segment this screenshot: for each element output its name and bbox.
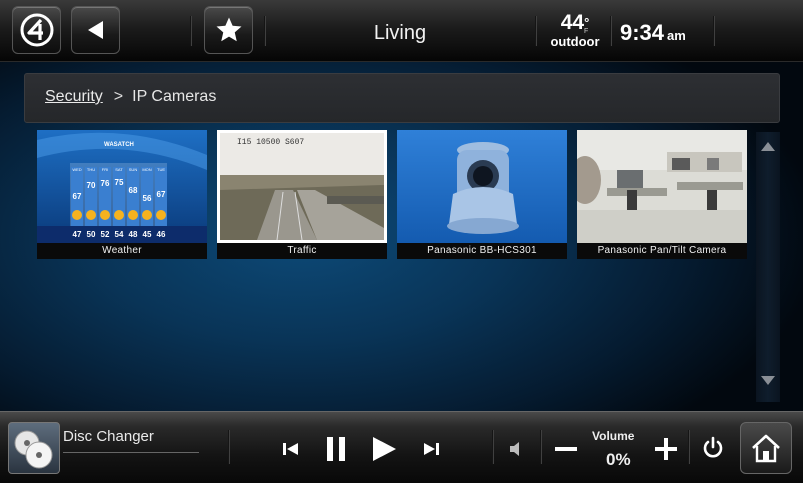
breadcrumb: Security > IP Cameras xyxy=(24,73,780,123)
volume-label: Volume xyxy=(592,429,635,443)
favorites-button[interactable] xyxy=(204,6,253,54)
mute-button[interactable] xyxy=(507,438,527,460)
volume-down-button[interactable] xyxy=(553,438,579,460)
divider xyxy=(535,16,537,46)
breadcrumb-security-link[interactable]: Security xyxy=(45,88,103,105)
breadcrumb-separator: > xyxy=(113,88,124,105)
media-source-title[interactable]: Disc Changer xyxy=(63,428,154,445)
weather-high-3: 75 xyxy=(115,178,124,187)
scroll-down-arrow-icon[interactable] xyxy=(761,376,775,385)
weather-high-2: 76 xyxy=(101,179,110,188)
scrollbar[interactable] xyxy=(756,132,780,402)
plus-icon xyxy=(655,438,677,460)
pause-button[interactable] xyxy=(322,432,350,466)
traffic-camera-preview: I15 10500 S607 xyxy=(217,130,387,243)
main-content: Security > IP Cameras WED THU FRI SAT SU… xyxy=(0,62,803,411)
bottom-bar: Disc Changer Volume 0% xyxy=(0,411,803,483)
divider xyxy=(264,16,266,46)
camera-label: Traffic xyxy=(217,243,387,259)
divider xyxy=(228,430,230,464)
room-title[interactable]: Living xyxy=(330,22,470,45)
weather-day-4: SUN xyxy=(129,167,138,172)
star-icon xyxy=(216,17,241,42)
speaker-icon xyxy=(510,442,519,456)
skip-previous-icon xyxy=(283,443,298,455)
divider xyxy=(688,430,690,464)
weather-day-3: SAT xyxy=(115,167,123,172)
camera-tile-weather[interactable]: WED THU FRI SAT SUN MON TUE 67 70 76 75 … xyxy=(37,130,207,259)
weather-low-6: 46 xyxy=(157,230,166,239)
camera-tile-panasonic-pan-tilt[interactable]: Panasonic Pan/Tilt Camera xyxy=(577,130,747,259)
volume-up-button[interactable] xyxy=(653,436,679,462)
temperature-unit: F xyxy=(584,28,589,35)
top-bar: Living 44° F outdoor 9:34 am xyxy=(0,0,803,62)
home-icon xyxy=(752,434,780,463)
temperature-label: outdoor xyxy=(550,34,600,49)
divider xyxy=(492,430,494,464)
clock-ampm: am xyxy=(667,28,686,43)
home-button[interactable] xyxy=(740,422,792,474)
weather-station-name: WASATCH xyxy=(104,142,134,148)
divider xyxy=(610,16,612,46)
camera-tile-traffic[interactable]: I15 10500 S607 Traffic xyxy=(217,130,387,259)
camera-label: Panasonic BB-HCS301 xyxy=(397,243,567,259)
clock-time: 9:34 xyxy=(620,20,665,45)
breadcrumb-current: IP Cameras xyxy=(132,88,217,105)
camera-label: Panasonic Pan/Tilt Camera xyxy=(577,243,747,259)
weather-low-3: 54 xyxy=(115,230,124,239)
power-icon xyxy=(703,436,723,458)
weather-day-2: FRI xyxy=(102,167,108,172)
weather-high-5: 56 xyxy=(143,194,152,203)
back-button[interactable] xyxy=(71,6,120,54)
control4-logo-button[interactable] xyxy=(12,6,61,54)
divider xyxy=(190,16,192,46)
traffic-overlay-text: I15 10500 S607 xyxy=(237,138,304,147)
weather-low-0: 47 xyxy=(73,230,82,239)
outdoor-temperature: 44° F outdoor xyxy=(542,12,608,49)
weather-day-1: THU xyxy=(87,167,95,172)
divider xyxy=(540,430,542,464)
scroll-up-arrow-icon[interactable] xyxy=(761,142,775,151)
weather-low-4: 48 xyxy=(129,230,138,239)
previous-button[interactable] xyxy=(280,438,302,460)
volume-value: 0% xyxy=(606,450,631,469)
camera-label: Weather xyxy=(37,243,207,259)
panasonic-camera-preview xyxy=(397,130,567,243)
office-camera-preview xyxy=(577,130,747,243)
weather-high-6: 67 xyxy=(157,190,166,199)
weather-low-2: 52 xyxy=(101,230,110,239)
weather-high-0: 67 xyxy=(73,192,82,201)
play-icon xyxy=(373,437,396,461)
pause-icon xyxy=(327,437,345,461)
weather-high-1: 70 xyxy=(87,181,96,190)
clock: 9:34 am xyxy=(620,20,686,46)
weather-camera-preview: WED THU FRI SAT SUN MON TUE 67 70 76 75 … xyxy=(37,130,207,243)
divider xyxy=(63,452,199,453)
divider xyxy=(713,16,715,46)
temperature-value: 44 xyxy=(560,11,585,34)
weather-day-6: TUE xyxy=(157,167,165,172)
weather-day-5: MON xyxy=(142,167,151,172)
disc-changer-icon[interactable] xyxy=(8,422,60,474)
control4-logo-icon xyxy=(20,13,53,47)
skip-next-icon xyxy=(424,443,439,455)
next-button[interactable] xyxy=(420,438,442,460)
minus-icon xyxy=(555,447,577,451)
weather-day-0: WED xyxy=(72,167,81,172)
weather-low-1: 50 xyxy=(87,230,96,239)
power-button[interactable] xyxy=(699,434,727,462)
camera-tile-panasonic-bb-hcs301[interactable]: Panasonic BB-HCS301 xyxy=(397,130,567,259)
back-arrow-icon xyxy=(87,21,103,39)
play-button[interactable] xyxy=(368,432,400,466)
weather-low-5: 45 xyxy=(143,230,152,239)
weather-high-4: 68 xyxy=(129,186,138,195)
